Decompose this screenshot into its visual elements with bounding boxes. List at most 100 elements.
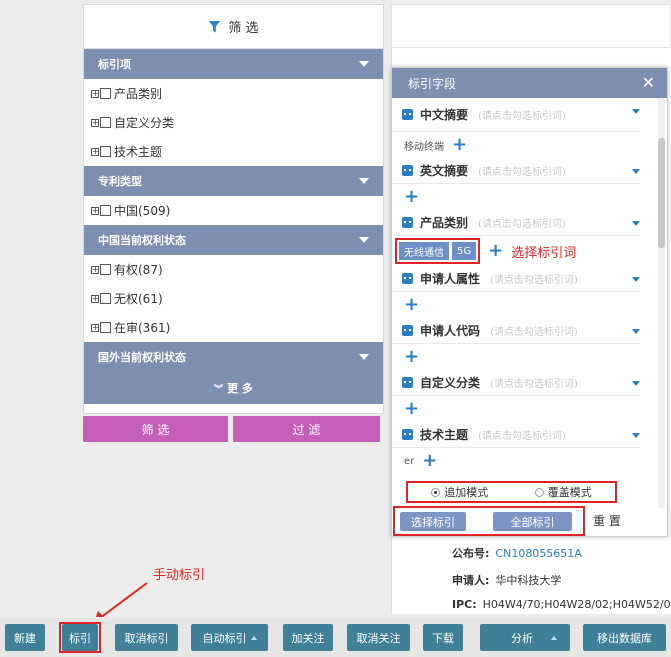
caret-down-icon[interactable] (632, 329, 640, 334)
auto-index-button[interactable]: 自动标引 (191, 624, 268, 651)
tree-item-china[interactable]: + 中国(509) (84, 196, 383, 225)
checkbox[interactable] (100, 88, 111, 99)
selected-tags-box: 无线通信 5G (395, 238, 481, 264)
cancel-follow-button[interactable]: 取消关注 (347, 624, 410, 651)
field-row-product[interactable]: 产品类别 (请点击勾选标引词) (392, 210, 640, 236)
checkbox[interactable] (100, 322, 111, 333)
tag-chip[interactable]: 5G (452, 242, 477, 260)
section-label: 专利类型 (98, 175, 142, 188)
add-icon[interactable]: + (404, 188, 419, 206)
caret-down-icon[interactable] (632, 277, 640, 282)
field-row-en-abstract[interactable]: 英文摘要 (请点击勾选标引词) (392, 158, 640, 184)
field-row-cn-abstract[interactable]: 中文摘要 (请点击勾选标引词) (392, 98, 640, 132)
field-name: 申请人属性 (420, 272, 481, 286)
reset-button[interactable]: 重 置 (593, 512, 621, 529)
caret-down-icon[interactable] (632, 221, 640, 226)
tree-item-label: 产品类别 (114, 87, 163, 101)
double-chevron-down-icon: ︾ (214, 384, 224, 395)
tag-row: 无线通信 5G + 选择标引词 (392, 236, 660, 266)
add-icon[interactable]: + (404, 400, 419, 418)
caret-down-icon[interactable] (632, 109, 640, 114)
caret-down-icon[interactable] (632, 381, 640, 386)
field-name: 申请人代码 (420, 324, 481, 338)
button-label: 自动标引 (202, 631, 247, 645)
section-index-items[interactable]: 标引项 (84, 49, 383, 79)
pub-label: 公布号: (452, 547, 490, 560)
checkbox[interactable] (100, 146, 111, 157)
add-icon[interactable]: + (404, 296, 419, 314)
button-label: 下载 (432, 631, 454, 645)
caret-up-icon (250, 635, 257, 640)
caret-down-icon[interactable] (632, 169, 640, 174)
section-cn-status[interactable]: 中国当前权利状态 (84, 225, 383, 255)
checkbox[interactable] (100, 293, 111, 304)
popup-header: 标引字段 ✕ (392, 68, 667, 98)
expand-icon[interactable]: + (91, 147, 99, 156)
expand-icon[interactable]: + (91, 89, 99, 98)
filter-header: 筛 选 (84, 5, 383, 49)
tree-item-valid[interactable]: + 有权(87) (84, 255, 383, 284)
pub-number-link[interactable]: CN108055651A (495, 547, 581, 560)
section-patent-type[interactable]: 专利类型 (84, 166, 383, 196)
section-foreign-status[interactable]: 国外当前权利状态 (84, 342, 383, 372)
tree-item-label: 在审(361) (114, 321, 171, 335)
field-row-applicant-attr[interactable]: 申请人属性 (请点击勾选标引词) (392, 266, 640, 292)
checkbox[interactable] (100, 264, 111, 275)
tree-item-pending[interactable]: + 在审(361) (84, 313, 383, 342)
field-row-custom[interactable]: 自定义分类 (请点击勾选标引词) (392, 370, 640, 396)
value-row: 移动终端 + (392, 132, 660, 158)
expand-icon[interactable]: + (91, 118, 99, 127)
expand-icon[interactable]: + (91, 294, 99, 303)
field-hint: (请点击勾选标引词) (490, 327, 578, 338)
field-name: 中文摘要 (420, 108, 469, 122)
select-index-button[interactable]: 选择标引 (400, 512, 466, 531)
cancel-index-button[interactable]: 取消标引 (115, 624, 178, 651)
expand-icon[interactable]: + (91, 206, 99, 215)
button-label: 加关注 (291, 631, 325, 645)
move-out-db-button[interactable]: 移出数据库 (583, 624, 666, 651)
mode-append-label: 追加模式 (444, 486, 489, 499)
tree-item-tech[interactable]: + 技术主题 (84, 137, 383, 166)
filter-panel: 筛 选 标引项 + 产品类别 + 自定义分类 + 技术主题 专利类型 + 中国(509)… (83, 4, 384, 414)
analyze-button[interactable]: 分析 (480, 624, 570, 651)
button-label: 取消标引 (124, 631, 169, 645)
field-row-applicant-code[interactable]: 申请人代码 (请点击勾选标引词) (392, 318, 640, 344)
caret-down-icon[interactable] (632, 433, 640, 438)
new-button[interactable]: 新建 (5, 624, 45, 651)
add-icon[interactable]: + (488, 242, 503, 260)
exclude-button[interactable]: 过 滤 (233, 416, 380, 442)
field-hint: (请点击勾选标引词) (490, 379, 578, 390)
add-icon[interactable]: + (422, 452, 437, 470)
filter-button[interactable]: 筛 选 (83, 416, 228, 442)
add-follow-button[interactable]: 加关注 (283, 624, 333, 651)
expand-icon[interactable]: + (91, 323, 99, 332)
value-text[interactable]: er (404, 456, 414, 467)
mode-cover-option[interactable]: 覆盖模式 (534, 484, 592, 500)
value-text[interactable]: 移动终端 (404, 138, 444, 153)
mode-append-option[interactable]: 追加模式 (431, 484, 488, 500)
tree-item-product[interactable]: + 产品类别 (84, 79, 383, 108)
add-icon[interactable]: + (404, 348, 419, 366)
checkbox[interactable] (100, 205, 111, 216)
radio-selected-icon[interactable] (431, 488, 441, 497)
all-index-button[interactable]: 全部标引 (493, 512, 572, 531)
field-hint: (请点击勾选标引词) (478, 167, 566, 178)
checkbox[interactable] (100, 117, 111, 128)
more-button[interactable]: ︾ 更 多 (84, 372, 383, 404)
tree-item-invalid[interactable]: + 无权(61) (84, 284, 383, 313)
scroll-thumb[interactable] (658, 138, 665, 248)
add-icon[interactable]: + (452, 136, 467, 154)
tag-chip[interactable]: 无线通信 (399, 242, 449, 260)
scrollbar[interactable] (658, 98, 665, 508)
radio-icon[interactable] (534, 488, 544, 497)
value-row: + (392, 184, 660, 210)
caret-down-icon (359, 237, 369, 243)
tree-item-label: 技术主题 (114, 145, 163, 159)
close-icon[interactable]: ✕ (642, 75, 655, 91)
mode-selector: 追加模式 覆盖模式 (406, 481, 617, 503)
expand-icon[interactable]: + (91, 265, 99, 274)
field-row-tech[interactable]: 技术主题 (请点击勾选标引词) (392, 422, 640, 448)
pub-number-row: 公布号: CN108055651A (452, 545, 582, 561)
tree-item-custom[interactable]: + 自定义分类 (84, 108, 383, 137)
download-button[interactable]: 下载 (423, 624, 463, 651)
